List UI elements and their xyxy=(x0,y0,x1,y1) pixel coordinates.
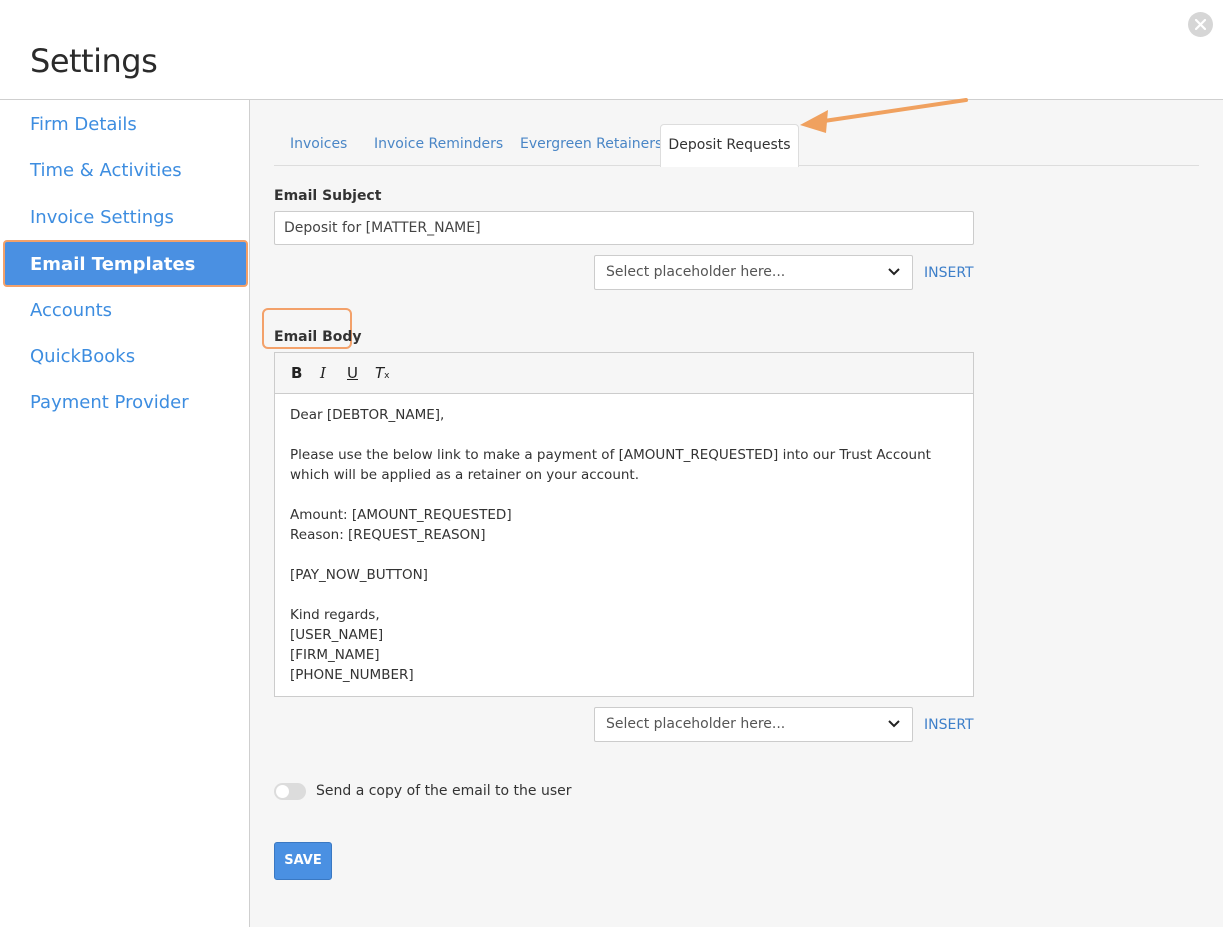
sidebar-item-accounts[interactable]: Accounts xyxy=(30,300,112,321)
email-subject-label: Email Subject xyxy=(274,188,382,204)
bold-button[interactable]: B xyxy=(291,364,302,382)
tab-invoice-reminders[interactable]: Invoice Reminders xyxy=(374,136,503,152)
editor-line: Amount: [AMOUNT_REQUESTED] xyxy=(290,507,512,523)
close-button[interactable] xyxy=(1188,12,1213,37)
subject-placeholder-select[interactable]: Select placeholder here... xyxy=(594,255,913,290)
annotation-arrow-icon xyxy=(800,98,968,133)
toggle-knob xyxy=(276,785,289,798)
editor-content[interactable]: Dear [DEBTOR_NAME], Please use the below… xyxy=(290,405,960,685)
clear-format-icon: T xyxy=(375,364,385,382)
editor-line: Please use the below link to make a paym… xyxy=(290,447,931,483)
editor-toolbar: B I U Tx xyxy=(275,353,973,394)
settings-header: Settings xyxy=(0,0,1223,100)
editor-line: Reason: [REQUEST_REASON] xyxy=(290,527,486,543)
underline-button[interactable]: U xyxy=(347,364,358,382)
main-panel: Invoices Invoice Reminders Evergreen Ret… xyxy=(250,100,1223,927)
italic-button[interactable]: I xyxy=(320,364,326,382)
body-placeholder-select[interactable]: Select placeholder here... xyxy=(594,707,913,742)
editor-line xyxy=(290,545,960,565)
clear-format-button[interactable]: Tx xyxy=(375,364,390,382)
tab-deposit-requests[interactable]: Deposit Requests xyxy=(660,124,799,167)
email-body-label: Email Body xyxy=(274,329,362,345)
chevron-down-icon xyxy=(888,268,900,276)
select-value: Select placeholder here... xyxy=(606,264,786,280)
page-title: Settings xyxy=(30,42,158,80)
subject-insert-button[interactable]: INSERT xyxy=(924,265,974,281)
close-icon xyxy=(1195,19,1206,30)
settings-sidebar: Firm Details Time & Activities Invoice S… xyxy=(0,100,250,927)
sidebar-item-firm-details[interactable]: Firm Details xyxy=(30,114,137,135)
sidebar-item-time-activities[interactable]: Time & Activities xyxy=(30,160,182,181)
email-subject-input[interactable]: Deposit for [MATTER_NAME] xyxy=(274,211,974,245)
sidebar-item-invoice-settings[interactable]: Invoice Settings xyxy=(30,207,174,228)
editor-line: [USER_NAME] xyxy=(290,627,384,643)
chevron-down-icon xyxy=(888,720,900,728)
send-copy-label: Send a copy of the email to the user xyxy=(316,783,572,799)
tab-invoices[interactable]: Invoices xyxy=(290,136,347,152)
send-copy-toggle[interactable] xyxy=(274,783,306,800)
tab-evergreen-retainers[interactable]: Evergreen Retainers xyxy=(520,136,662,152)
editor-line: Dear [DEBTOR_NAME], xyxy=(290,407,445,423)
editor-line: Kind regards, xyxy=(290,607,380,623)
sidebar-item-quickbooks[interactable]: QuickBooks xyxy=(30,346,135,367)
editor-line xyxy=(290,425,960,445)
email-body-editor[interactable]: B I U Tx Dear [DEBTOR_NAME], Please use … xyxy=(274,352,974,697)
editor-line: [FIRM_NAME] xyxy=(290,647,380,663)
sidebar-item-label: Email Templates xyxy=(30,254,196,275)
template-tabs: Invoices Invoice Reminders Evergreen Ret… xyxy=(274,124,1199,167)
body-insert-button[interactable]: INSERT xyxy=(924,717,974,733)
sidebar-item-payment-provider[interactable]: Payment Provider xyxy=(30,392,189,413)
editor-line: [PHONE_NUMBER] xyxy=(290,667,414,683)
editor-line: [PAY_NOW_BUTTON] xyxy=(290,567,428,583)
select-value: Select placeholder here... xyxy=(606,716,786,732)
save-button[interactable]: SAVE xyxy=(274,842,332,880)
sidebar-item-email-templates[interactable]: Email Templates xyxy=(3,240,248,287)
editor-line xyxy=(290,585,960,605)
editor-line xyxy=(290,485,960,505)
